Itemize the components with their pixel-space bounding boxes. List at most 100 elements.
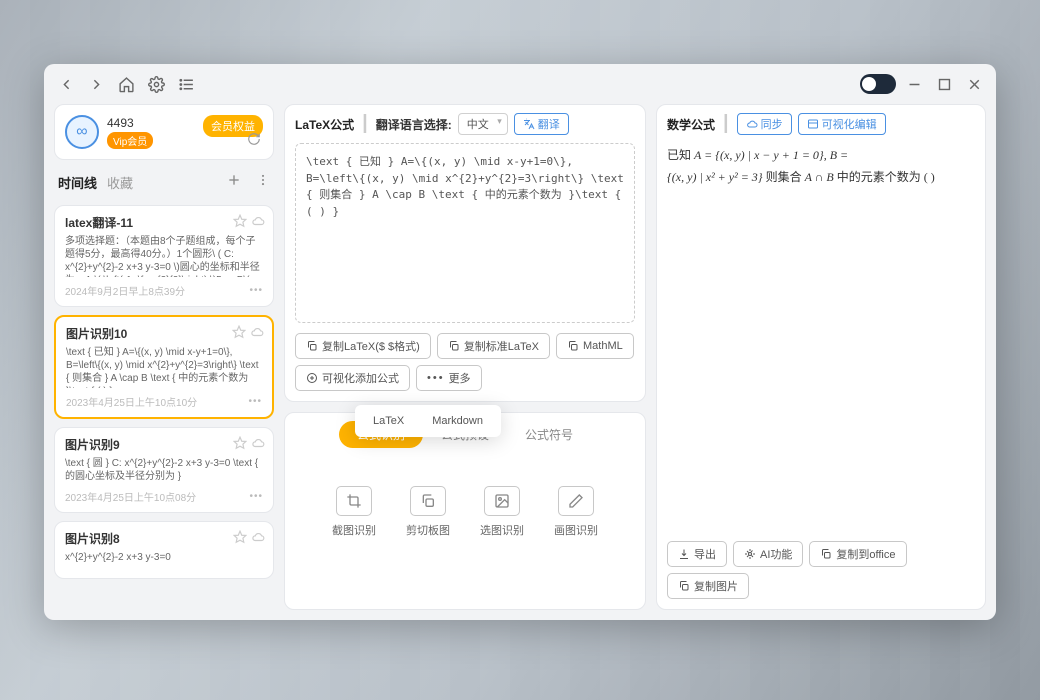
crop-icon [336, 486, 372, 516]
cloud-icon[interactable] [250, 325, 264, 344]
sync-label: 同步 [761, 116, 783, 132]
more-label: 更多 [449, 370, 471, 386]
visual-add-button[interactable]: 可视化添加公式 [295, 365, 410, 391]
image-icon [484, 486, 520, 516]
export-label: 导出 [694, 546, 716, 562]
action-label: 剪切板图 [406, 522, 450, 538]
avatar[interactable]: ∞ [65, 115, 99, 149]
action-label: 选图识别 [480, 522, 524, 538]
username: 4493 [107, 116, 153, 130]
item-more-icon[interactable]: ••• [249, 491, 263, 502]
more-popup: LaTeX Markdown [355, 405, 501, 437]
math-render: 已知 A = {(x, y) | x − y + 1 = 0}, B = {(x… [657, 135, 985, 198]
copy-latex-label: 复制LaTeX($ $格式) [322, 338, 420, 354]
copy-office-label: 复制到office [836, 546, 895, 562]
copy-image-button[interactable]: 复制图片 [667, 573, 749, 599]
timeline-item[interactable]: 图片识别9 \text { 圆 } C: x^{2}+y^{2}-2 x+3 y… [54, 427, 274, 513]
pencil-icon [558, 486, 594, 516]
star-icon[interactable] [233, 530, 247, 549]
tab-favorites[interactable]: 收藏 [107, 173, 133, 192]
cloud-icon[interactable] [251, 214, 265, 233]
latex-panel: LaTeX公式 ┃ 翻译语言选择: 中文 翻译 \text { 已知 } A=\… [284, 104, 646, 402]
popup-markdown[interactable]: Markdown [420, 411, 495, 431]
timeline-list: latex翻译-11 多项选择题：（本题由8个子题组成，每个子题得5分，最高得4… [54, 205, 274, 610]
close-button[interactable] [962, 72, 986, 96]
timeline-item[interactable]: latex翻译-11 多项选择题：（本题由8个子题组成，每个子题得5分，最高得4… [54, 205, 274, 307]
bottom-panel: 公式识别 公式预设 公式符号 截图识别 剪切板图 选图识别 [284, 412, 646, 610]
segment-symbol[interactable]: 公式符号 [507, 421, 591, 448]
item-text: \text { 已知 } A=\{(x, y) \mid x-y+1=0\}, … [66, 346, 262, 388]
item-time: 2024年9月2日早上8点39分 [65, 283, 185, 298]
latex-panel-title: LaTeX公式 [295, 116, 354, 133]
ai-label: AI功能 [760, 546, 792, 562]
star-icon[interactable] [232, 325, 246, 344]
more-icon[interactable] [256, 173, 270, 192]
math-text: {(x, y) | x² + y² = 3} [667, 170, 763, 184]
home-button[interactable] [114, 72, 138, 96]
visual-add-label: 可视化添加公式 [322, 370, 399, 386]
ai-button[interactable]: AI功能 [733, 541, 803, 567]
copy-office-button[interactable]: 复制到office [809, 541, 906, 567]
tab-timeline[interactable]: 时间线 [58, 173, 97, 192]
action-label: 截图识别 [332, 522, 376, 538]
list-button[interactable] [174, 72, 198, 96]
maximize-button[interactable] [932, 72, 956, 96]
separator: ┃ [360, 114, 370, 134]
action-select-image[interactable]: 选图识别 [480, 486, 524, 538]
copy-std-latex-button[interactable]: 复制标准LaTeX [437, 333, 550, 359]
visual-edit-button[interactable]: 可视化编辑 [798, 113, 886, 135]
math-panel-title: 数学公式 [667, 116, 715, 133]
nav-forward-button[interactable] [84, 72, 108, 96]
nav-back-button[interactable] [54, 72, 78, 96]
action-screenshot[interactable]: 截图识别 [332, 486, 376, 538]
item-more-icon[interactable]: ••• [248, 396, 262, 407]
item-time: 2023年4月25日上午10点08分 [65, 489, 196, 504]
item-more-icon[interactable]: ••• [249, 285, 263, 296]
titlebar [44, 64, 996, 104]
sync-button[interactable]: 同步 [737, 113, 792, 135]
star-icon[interactable] [233, 436, 247, 455]
math-text: 已知 [667, 148, 694, 162]
copy-image-label: 复制图片 [694, 578, 738, 594]
translate-button[interactable]: 翻译 [514, 113, 569, 135]
math-text: A = {(x, y) | x − y + 1 = 0}, B = [694, 148, 848, 162]
math-text: 则集合 [763, 170, 805, 184]
lang-label: 翻译语言选择: [376, 116, 452, 133]
math-panel: 数学公式 ┃ 同步 可视化编辑 已知 A = {(x, y) | x − y +… [656, 104, 986, 610]
item-text: x^{2}+y^{2}-2 x+3 y-3=0 [65, 551, 263, 564]
star-icon[interactable] [233, 214, 247, 233]
refresh-icon[interactable] [247, 132, 261, 151]
item-text: 多项选择题：（本题由8个子题组成，每个子题得5分，最高得40分。）1个圆形\ (… [65, 235, 263, 277]
math-text: 中的元素个数为 ( ) [834, 170, 935, 184]
visual-edit-label: 可视化编辑 [822, 116, 877, 132]
export-button[interactable]: 导出 [667, 541, 727, 567]
popup-latex[interactable]: LaTeX [361, 411, 416, 431]
profile-card: ∞ 4493 Vip会员 会员权益 [54, 104, 274, 160]
action-grid: 截图识别 剪切板图 选图识别 画图识别 [285, 456, 645, 558]
mathml-button[interactable]: MathML [556, 333, 634, 359]
translate-label: 翻译 [538, 116, 560, 132]
right-column: 数学公式 ┃ 同步 可视化编辑 已知 A = {(x, y) | x − y +… [656, 104, 986, 610]
timeline-header: 时间线 收藏 [54, 170, 274, 195]
add-button[interactable] [226, 172, 242, 193]
timeline-item[interactable]: 图片识别8 x^{2}+y^{2}-2 x+3 y-3=0 [54, 521, 274, 579]
latex-input[interactable]: \text { 已知 } A=\{(x, y) \mid x-y+1=0\}, … [295, 143, 635, 323]
separator: ┃ [721, 114, 731, 134]
copy-icon [410, 486, 446, 516]
action-draw[interactable]: 画图识别 [554, 486, 598, 538]
dark-mode-toggle[interactable] [860, 74, 896, 94]
settings-button[interactable] [144, 72, 168, 96]
action-label: 画图识别 [554, 522, 598, 538]
math-text: A ∩ B [805, 170, 834, 184]
cloud-icon[interactable] [251, 530, 265, 549]
minimize-button[interactable] [902, 72, 926, 96]
more-button[interactable]: •••更多 [416, 365, 482, 391]
cloud-icon[interactable] [251, 436, 265, 455]
item-time: 2023年4月25日上午10点10分 [66, 394, 197, 409]
middle-column: LaTeX公式 ┃ 翻译语言选择: 中文 翻译 \text { 已知 } A=\… [284, 104, 646, 610]
timeline-item[interactable]: 图片识别10 \text { 已知 } A=\{(x, y) \mid x-y+… [54, 315, 274, 419]
language-select[interactable]: 中文 [458, 113, 508, 135]
copy-latex-button[interactable]: 复制LaTeX($ $格式) [295, 333, 431, 359]
copy-std-label: 复制标准LaTeX [464, 338, 539, 354]
action-clipboard[interactable]: 剪切板图 [406, 486, 450, 538]
